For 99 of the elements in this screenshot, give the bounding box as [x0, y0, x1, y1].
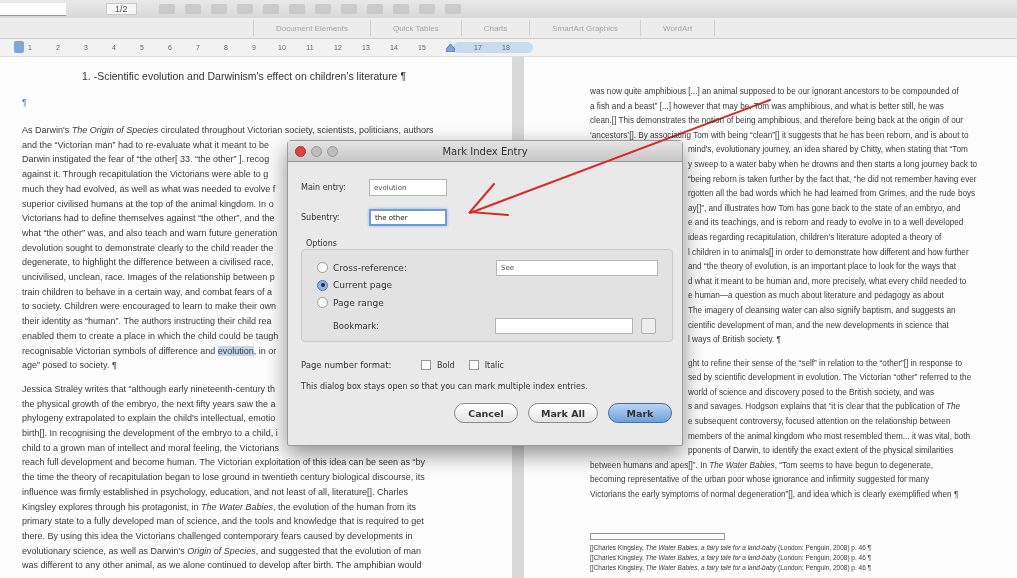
text-line: age” posed to society. ¶: [22, 360, 117, 371]
text-line: was now quite amphibious [...] an animal supposed to be our ignorant ancestors to be compounded of: [590, 87, 959, 96]
text-line: Darwin instigated the fear of “the other[ 33. “the other” ]. recog: [22, 154, 270, 165]
text-line: uncivilised, unclean, race. Images of the relationship between p: [22, 272, 275, 283]
tab-marker-icon[interactable]: [14, 41, 24, 53]
dialog-button[interactable]: Mark: [608, 403, 672, 423]
toolbar-icon[interactable]: [158, 4, 175, 14]
text-line: pponents of Darwin, to identify the exact extent of the physical similarities: [688, 446, 954, 456]
toolbar-icon[interactable]: [418, 4, 435, 14]
text-line: Jessica Straley writes that “although early nineteenth-century th: [22, 383, 276, 394]
radio-button[interactable]: [317, 262, 328, 274]
field-label: Bookmark:: [332, 321, 380, 332]
text-line: superior civilised humans at the top of the animal kingdom. In o: [22, 198, 274, 209]
text-line: world of science and discovery posed to the British society, and was: [688, 387, 935, 397]
checkbox[interactable]: [421, 360, 431, 370]
dialog-title: Mark Index Entry: [442, 145, 528, 157]
text-line: primary state to a fully developed man of science, and the tools and knowledge that is required to get: [22, 516, 424, 527]
text-line: rgotten all the bad words which he had learned from Grimes, and the rude boys: [688, 189, 976, 199]
close-button[interactable]: [295, 145, 306, 157]
text-line: birth[]. In recognising the development of the embryo to a child, i: [22, 428, 278, 439]
text-line: s and savages. Hodgson explains that “it is clear that the publication of The: [688, 402, 961, 412]
dialog-note: This dialog box stays open so that you can mark multiple index entries.: [301, 382, 588, 391]
text-line: their identity as “human”. The authors instructing their child rea: [22, 316, 272, 327]
text-line: much they had evolved, as well as what was needed to evolve f: [22, 183, 276, 194]
text-line: devolution sought to demonstrate clearly to the child reader the: [22, 242, 274, 253]
text-line: phylogeny extrapolated to explain the child's intellectual, emotio: [22, 413, 276, 424]
text-line: ght to refine their sense of the “self” in relation to the “other”[] in response to: [688, 358, 962, 368]
toolbar-icon[interactable]: [314, 4, 331, 14]
text-line: d what it meant to be human and, more precisely, what every child needed to: [688, 276, 967, 286]
radio-button[interactable]: [317, 279, 328, 291]
text-line: what “the other” was, and also teach and warn future generation: [22, 227, 278, 238]
toolbar-icon[interactable]: [184, 4, 201, 14]
text-line: ideas regarding recapitulation, children's literature adopted a theory of: [688, 232, 942, 242]
checkbox-label[interactable]: Bold: [437, 360, 455, 370]
text-line: reach full development and become human. The Victorian exploitation of this idea can be seen as “by: [22, 457, 425, 468]
text-line: between humans and apes[]”. In The Water Babies, “Tom seems to have begun to degenerate,: [590, 460, 934, 470]
field-label: Main entry:: [301, 183, 347, 192]
text-line: the physical growth of the embryo, the next fifty years saw the a: [22, 398, 276, 409]
text-line: and the “Victorian man” had to re-evaluate what it meant to be: [22, 139, 269, 150]
text-line: e subsequent controversy, focused attention on the relationship between: [688, 417, 951, 427]
text-line: “being reborn is taken further by the fact that, “he did not remember having ever: [688, 174, 977, 184]
text-line: enabled them to create a place in which the child could be taugh: [22, 330, 279, 341]
text-line: against it. Through recapitulation the Victorians were able to g: [22, 169, 269, 180]
text-line: mind's, evolutionary journey, an idea shared by Chitty, when stating that “Tom: [688, 145, 968, 155]
toolbar-icon[interactable]: [392, 4, 409, 14]
text-line: The imagery of cleansing water can also signify baptism, and suggests an: [688, 305, 956, 315]
text-line: As Darwin's The Origin of Species circulated throughout Victorian society, scientists, politicians, authors: [22, 125, 434, 135]
text-line: influence was firmly established in psychology, education, and not least of all, literature[]. Charles: [22, 486, 409, 497]
text-line: Kingsley explores through his protagonist, in The Water Babies, the evolution of the human from its: [22, 501, 417, 512]
text-line: e and its teachings, and is reborn and ready to evolve in to a well developed: [688, 218, 964, 228]
toolbar-icon[interactable]: [210, 4, 227, 14]
text-line: Victorians the early symptoms of normal degeneration”[], and idea which is clearly exemplified when ¶: [590, 490, 959, 500]
dialog-button[interactable]: Cancel: [453, 403, 518, 423]
toolbar-icon[interactable]: [444, 4, 461, 14]
text-line: and “the theory of evolution, is an important place to look for the ways that: [688, 262, 957, 272]
text-line: child to a grown man of intellect and moral feeling, the Victorians: [22, 442, 279, 453]
toolbar-icon[interactable]: [236, 4, 253, 14]
text-line: there. By using this idea the Victorians challenged contemporary fears caused by developments in: [22, 531, 413, 541]
text-line: y sweep to a water baby when he drowns and then starts a long journey back to: [688, 159, 977, 169]
toolbar-icon[interactable]: [366, 4, 383, 14]
group-label: Options: [306, 239, 337, 248]
stepper-button[interactable]: [641, 318, 656, 335]
text-line: becoming representative of the urban poor whose ignorance and infirmity suggested for many: [590, 475, 930, 485]
section-heading: 1. -Scientific evolution and Darwinism's effect on children's literature ¶: [81, 69, 408, 84]
toolbar-icon[interactable]: [340, 4, 357, 14]
paragraph-mark: ¶: [22, 97, 27, 107]
text-line: Victorians had to define themselves against “the other”, and the: [22, 213, 275, 224]
text-line: cientific development of man, and the new developments in science that: [688, 320, 949, 330]
text-line: the time the theory of recapitulation began to lose ground in twentieth century biological discourse, its: [22, 472, 425, 483]
text-line: members of the animal kingdom who most resembled them... it was vital, both: [688, 431, 971, 441]
text-line: l ways of British society. ¶: [688, 335, 781, 345]
text-line: train children to behave in a certain way, and combat fears of a: [22, 286, 272, 297]
text-line: a fish and a beast” [...] however that may be, Tom was amphibious, and what is better still, he was: [590, 101, 944, 111]
text-line: sed by scientific development in evolution. The Victorian “other” referred to the: [688, 373, 972, 383]
indent-marker-icon[interactable]: [445, 43, 455, 52]
page-number-field[interactable]: 1/2: [106, 3, 137, 15]
text-line: l children in to animals[] in order to demonstrate how different and how further: [688, 247, 969, 257]
radio-label[interactable]: Cross-reference:: [333, 262, 407, 273]
bookmark-field[interactable]: [495, 318, 633, 335]
text-line: to society. Children were encouraged to learn to make their own: [22, 301, 276, 312]
zoom-field[interactable]: [0, 2, 66, 16]
text-line: degenerate, to highlight the difference between a civilised race,: [22, 257, 274, 268]
checkbox-label[interactable]: Italic: [484, 360, 504, 370]
radio-label[interactable]: Page range: [333, 297, 384, 308]
checkbox[interactable]: [468, 360, 479, 370]
radio-label[interactable]: Current page: [333, 280, 393, 291]
text-line: was different to any other animal, as we alone continued to develop after birth. The amphibian would: [22, 560, 422, 571]
toolbar-icon[interactable]: [288, 4, 305, 14]
field-label: Subentry:: [301, 213, 341, 222]
dialog-button[interactable]: Mark All: [527, 403, 598, 423]
text-line: e human—a question as much about literature and pedagogy as about: [688, 291, 944, 301]
zoom-button[interactable]: [327, 145, 338, 157]
field-label: Page number format:: [301, 360, 393, 370]
text-line: evolutionary science, as well as Darwin's Origin of Species, and suggested that the evolution of man: [22, 545, 421, 556]
text-line: recognisable Victorian symbols of difference and evolution, in or: [22, 345, 277, 356]
text-line: ay[]”, and illustrates how Tom has gone back to the state of an embryo, and: [688, 203, 961, 213]
toolbar-icon[interactable]: [262, 4, 279, 14]
minimize-button[interactable]: [311, 145, 322, 157]
radio-button[interactable]: [317, 297, 328, 309]
